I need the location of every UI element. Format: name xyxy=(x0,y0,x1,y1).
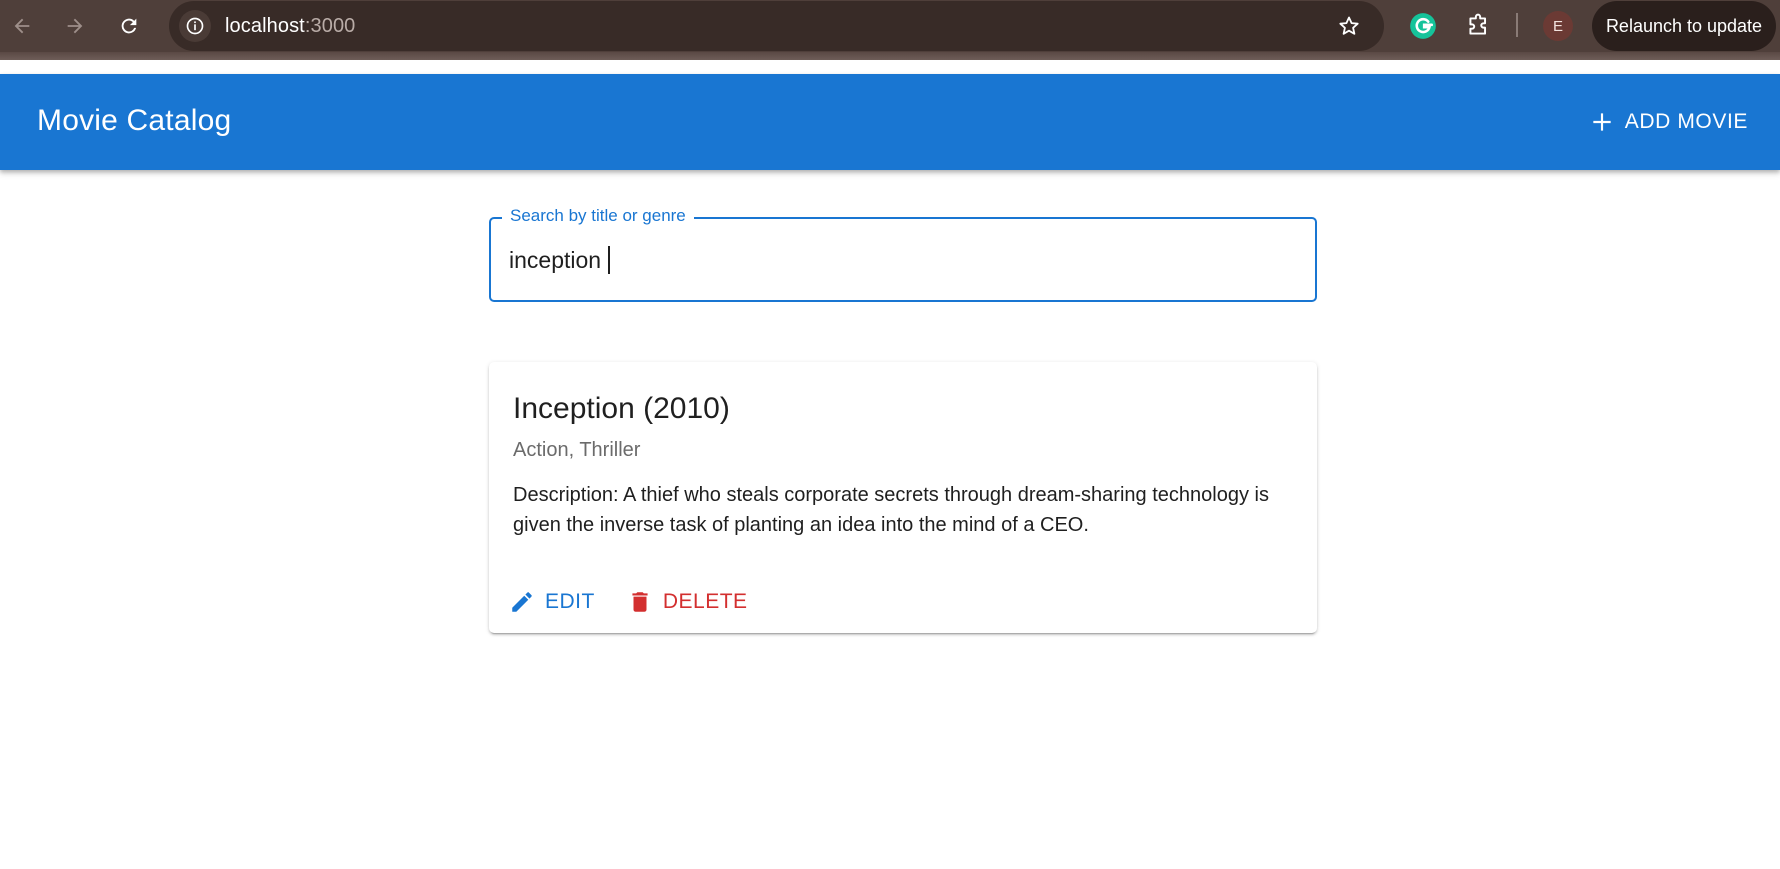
text-caret xyxy=(608,246,610,274)
app-bar: Movie Catalog ADD MOVIE xyxy=(0,74,1780,170)
add-movie-button[interactable]: ADD MOVIE xyxy=(1579,99,1758,145)
url-text: localhost:3000 xyxy=(225,15,355,38)
search-field[interactable]: Search by title or genre xyxy=(489,206,1317,302)
forward-icon xyxy=(67,18,83,34)
delete-label: DELETE xyxy=(662,590,748,613)
delete-button[interactable]: DELETE xyxy=(621,585,754,619)
pencil-icon xyxy=(512,592,532,612)
site-info-button[interactable] xyxy=(179,10,211,42)
profile-avatar[interactable]: E xyxy=(1543,11,1573,41)
back-icon xyxy=(14,18,30,34)
edit-label: EDIT xyxy=(545,590,595,613)
browser-toolbar: localhost:3000 E Relaunch to update xyxy=(0,0,1780,52)
forward-button[interactable] xyxy=(57,8,93,44)
extensions-button[interactable] xyxy=(1463,11,1493,41)
reload-button[interactable] xyxy=(111,8,147,44)
movie-description: Description: A thief who steals corporat… xyxy=(513,484,1269,536)
search-label: Search by title or genre xyxy=(502,206,694,226)
address-bar[interactable]: localhost:3000 xyxy=(169,1,1384,51)
back-button[interactable] xyxy=(4,8,40,44)
edit-button[interactable]: EDIT xyxy=(503,585,601,619)
card-actions: EDIT DELETE xyxy=(503,581,754,623)
movie-title: Inception (2010) xyxy=(513,392,730,425)
toolbar-divider xyxy=(0,52,1780,74)
extensions-icon xyxy=(1469,13,1487,35)
plus-icon xyxy=(1593,113,1611,131)
relaunch-button[interactable]: Relaunch to update xyxy=(1592,1,1776,51)
movie-genres: Action, Thriller xyxy=(513,439,641,461)
movie-card: Inception (2010) Action, Thriller Descri… xyxy=(489,362,1317,633)
url-host: localhost xyxy=(225,15,305,37)
grammarly-extension[interactable] xyxy=(1408,11,1438,41)
toolbar-separator xyxy=(1516,13,1518,37)
add-movie-label: ADD MOVIE xyxy=(1624,110,1748,133)
app-title: Movie Catalog xyxy=(37,104,232,137)
trash-icon xyxy=(632,592,648,612)
search-input[interactable] xyxy=(509,241,1289,279)
reload-icon xyxy=(121,18,137,34)
star-icon xyxy=(1339,16,1359,35)
site-info-icon xyxy=(186,17,204,35)
url-port: :3000 xyxy=(304,15,356,37)
grammarly-icon xyxy=(1410,13,1436,39)
bookmark-button[interactable] xyxy=(1336,13,1362,39)
